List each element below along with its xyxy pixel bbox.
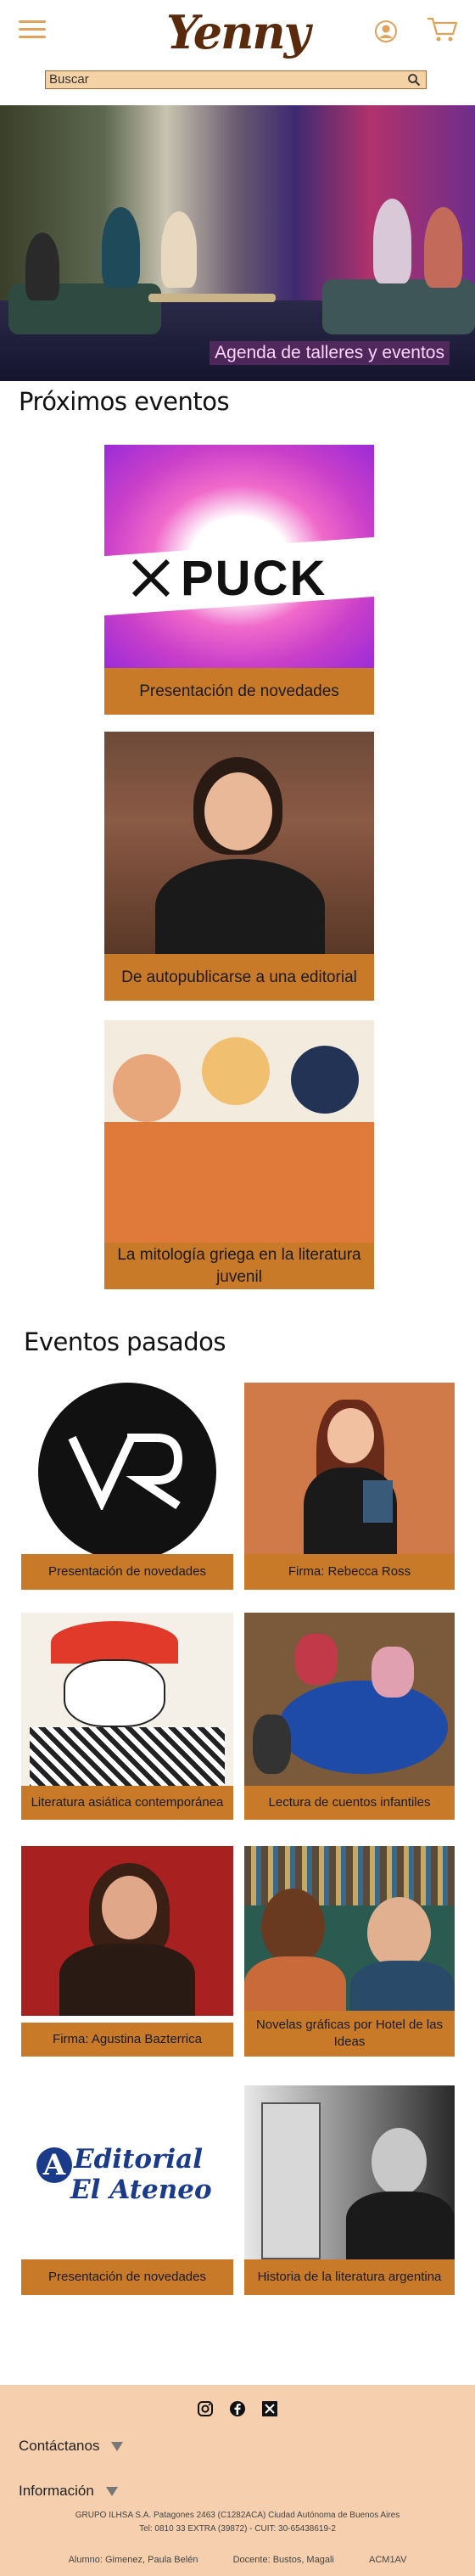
student-credit: Alumno: Gimenez, Paula Belén [68, 2555, 198, 2565]
person-head [367, 1897, 431, 1969]
event-image[interactable] [21, 1846, 233, 2016]
x-icon[interactable] [261, 2400, 278, 2417]
footer: Contáctanos Información GRUPO ILHSA S.A.… [0, 2385, 475, 2576]
hero-table [148, 294, 276, 302]
person-body [59, 1944, 195, 2016]
person-body [155, 859, 325, 954]
hero-banner[interactable]: Agenda de talleres y eventos [0, 105, 475, 381]
event-image[interactable]: PUCK [104, 445, 374, 668]
illustration-bodies [104, 1122, 374, 1243]
legal-phone: Tel: 0810 33 EXTRA (39872) - CUIT: 30-65… [139, 2524, 336, 2534]
teacher-credit: Docente: Bustos, Magali [232, 2555, 334, 2565]
search-bar [45, 70, 427, 89]
book [363, 1480, 393, 1523]
event-image[interactable] [21, 1383, 233, 1554]
event-label[interactable]: Presentación de novedades [104, 668, 374, 715]
person-body [350, 1961, 455, 2016]
person-face [102, 1876, 157, 1939]
upcoming-title: Próximos eventos [19, 387, 230, 416]
cart-icon[interactable] [426, 15, 458, 44]
illustration-kimono [30, 1727, 225, 1791]
contact-toggle[interactable]: Contáctanos [19, 2438, 124, 2455]
window [261, 2102, 321, 2259]
logo[interactable]: Yenny [0, 5, 475, 59]
event-label[interactable]: De autopublicarse a una editorial [104, 954, 374, 1001]
event-image[interactable] [244, 1613, 455, 1791]
search-icon[interactable] [407, 73, 421, 87]
hero-person [161, 211, 197, 288]
search-input[interactable] [49, 71, 397, 87]
image-text: El Ateneo [70, 2175, 212, 2205]
child [253, 1715, 291, 1774]
credits: Alumno: Gimenez, Paula Belén Docente: Bu… [0, 2555, 475, 2565]
event-label[interactable]: Presentación de novedades [21, 1554, 233, 1590]
puck-logo-icon [131, 558, 170, 598]
ateneo-logo-icon: A [36, 2147, 72, 2183]
illustration-head [202, 1037, 270, 1105]
rug [278, 1681, 448, 1774]
event-image[interactable]: A Editorial El Ateneo [21, 2088, 233, 2259]
person-body [346, 2192, 455, 2259]
child [372, 1647, 414, 1698]
person-head [261, 1889, 325, 1965]
chevron-down-icon [105, 2486, 118, 2496]
course-credit: ACM1AV [369, 2555, 407, 2565]
image-text: PUCK [181, 551, 327, 606]
hero-person [25, 233, 59, 300]
event-label[interactable]: Presentación de novedades [21, 2259, 233, 2295]
illustration-hair [51, 1621, 178, 1664]
hero-person [102, 207, 140, 288]
event-image[interactable] [21, 1613, 233, 1791]
illustration-head [113, 1054, 181, 1122]
event-label[interactable]: La mitología griega en la literatura juv… [104, 1243, 374, 1289]
illustration-face [64, 1659, 165, 1727]
event-label[interactable]: Literatura asiática contemporánea [21, 1786, 233, 1820]
event-image[interactable] [244, 1846, 455, 2016]
event-label[interactable]: Novelas gráficas por Hotel de las Ideas [244, 2011, 455, 2057]
event-image[interactable] [104, 732, 374, 954]
event-label[interactable]: Lectura de cuentos infantiles [244, 1786, 455, 1820]
header: Yenny [0, 0, 475, 102]
hero-person [373, 199, 411, 283]
social-links [0, 2400, 475, 2417]
event-image[interactable] [244, 2085, 455, 2259]
event-image[interactable] [104, 1020, 374, 1243]
info-label: Información [19, 2483, 94, 2499]
child [295, 1634, 338, 1685]
event-label[interactable]: Firma: Agustina Bazterrica [21, 2023, 233, 2057]
past-title: Eventos pasados [24, 1327, 226, 1356]
facebook-icon[interactable] [229, 2400, 246, 2417]
person-head [372, 2128, 427, 2196]
event-image[interactable] [244, 1383, 455, 1554]
user-icon[interactable] [373, 19, 399, 44]
info-toggle[interactable]: Información [19, 2483, 118, 2500]
contact-label: Contáctanos [19, 2438, 100, 2454]
chevron-down-icon [111, 2441, 124, 2451]
hero-person [424, 207, 462, 288]
vr-logo-icon [68, 1434, 183, 1510]
person-face [327, 1408, 374, 1463]
image-text: Editorial [74, 2144, 204, 2175]
event-label[interactable]: Firma: Rebecca Ross [244, 1554, 455, 1590]
person-body [244, 1956, 346, 2016]
legal-address: GRUPO ILHSA S.A. Patagones 2463 (C1282AC… [75, 2511, 400, 2520]
instagram-icon[interactable] [197, 2400, 214, 2417]
person-face [204, 772, 272, 850]
event-label[interactable]: Historia de la literatura argentina [244, 2259, 455, 2295]
hero-caption[interactable]: Agenda de talleres y eventos [210, 341, 450, 365]
illustration-head [291, 1046, 359, 1114]
